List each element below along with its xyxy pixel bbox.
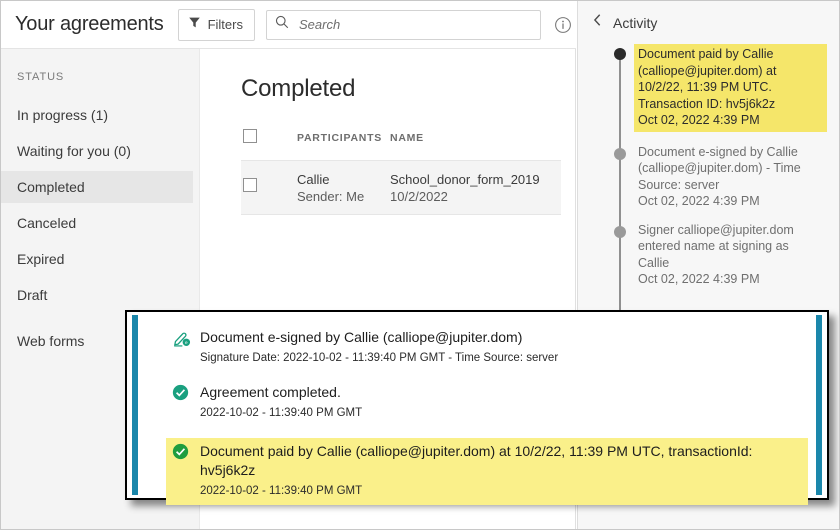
activity-entry[interactable]: Signer calliope@jupiter.dom entered name… bbox=[592, 222, 827, 288]
audit-entry-icon-col: e bbox=[172, 328, 200, 366]
audit-entry: e Document e-signed by Callie (calliope@… bbox=[172, 328, 808, 366]
table-header-row: PARTICIPANTS NAME bbox=[241, 125, 561, 151]
table-row[interactable]: Callie Sender: Me School_donor_form_2019… bbox=[241, 160, 561, 215]
search-box[interactable] bbox=[265, 9, 541, 40]
sidebar-item-in-progress[interactable]: In progress (1) bbox=[1, 99, 199, 131]
timeline-dot-icon bbox=[614, 147, 626, 160]
audit-entry-text-col: Document e-signed by Callie (calliope@ju… bbox=[200, 328, 808, 366]
activity-timeline: Document paid by Callie (calliope@jupite… bbox=[592, 44, 827, 352]
sidebar-item-label: Draft bbox=[17, 287, 48, 303]
page-title: Your agreements bbox=[15, 13, 164, 35]
audit-entry-subtitle: Signature Date: 2022-10-02 - 11:39:40 PM… bbox=[200, 352, 559, 364]
sidebar-item-label: Waiting for you (0) bbox=[17, 143, 131, 159]
audit-entry-text-col: Document paid by Callie (calliope@jupite… bbox=[200, 442, 802, 499]
activity-entry-timestamp: Oct 02, 2022 4:39 PM bbox=[638, 194, 760, 208]
cell-name: School_donor_form_2019 10/2/2022 bbox=[390, 171, 540, 205]
overlay-content: e Document e-signed by Callie (calliope@… bbox=[138, 312, 816, 505]
audit-trail-overlay: e Document e-signed by Callie (calliope@… bbox=[125, 310, 829, 505]
activity-entry-timestamp: Oct 02, 2022 4:39 PM bbox=[638, 113, 760, 127]
agreement-date: 10/2/2022 bbox=[390, 188, 448, 204]
timeline-dot-col bbox=[592, 144, 626, 210]
funnel-icon bbox=[188, 16, 201, 34]
sidebar-item-label: Canceled bbox=[17, 215, 77, 231]
activity-title: Activity bbox=[613, 14, 658, 31]
filters-label: Filters bbox=[207, 17, 243, 32]
audit-entry-title: Document e-signed by Callie (calliope@ju… bbox=[200, 329, 523, 345]
activity-entry[interactable]: Document e-signed by Callie (calliope@ju… bbox=[592, 144, 827, 210]
activity-back-button[interactable]: Activity bbox=[592, 13, 827, 32]
audit-entry-text-col: Agreement completed. 2022-10-02 - 11:39:… bbox=[200, 383, 808, 421]
list-title: Completed bbox=[241, 75, 356, 102]
audit-entry-icon-col bbox=[172, 383, 200, 421]
column-header-name: NAME bbox=[390, 132, 424, 144]
sidebar-heading: STATUS bbox=[17, 71, 65, 83]
info-circle-icon[interactable] bbox=[553, 15, 573, 35]
agreement-name: School_donor_form_2019 bbox=[390, 171, 540, 187]
filters-button[interactable]: Filters bbox=[177, 8, 255, 41]
participant-sender: Sender: Me bbox=[297, 188, 365, 204]
activity-entry-body: Document paid by Callie (calliope@jupite… bbox=[634, 44, 827, 132]
activity-entry-text: Document e-signed by Callie (calliope@ju… bbox=[638, 144, 801, 192]
timeline-dot-icon bbox=[614, 48, 626, 60]
svg-text:e: e bbox=[185, 340, 188, 345]
audit-entry-icon-col bbox=[172, 442, 200, 499]
participant-name: Callie bbox=[297, 171, 330, 187]
activity-entry-timestamp: Oct 02, 2022 4:39 PM bbox=[638, 272, 760, 286]
row-select-cell bbox=[243, 178, 297, 197]
signature-pen-icon: e bbox=[172, 332, 191, 352]
timeline-dot-col bbox=[592, 44, 626, 132]
activity-entry[interactable]: Document paid by Callie (calliope@jupite… bbox=[592, 44, 827, 132]
audit-entry: Agreement completed. 2022-10-02 - 11:39:… bbox=[172, 383, 808, 421]
sidebar-item-label: Web forms bbox=[17, 333, 85, 349]
sidebar-item-label: In progress (1) bbox=[17, 107, 109, 123]
select-all-checkbox[interactable] bbox=[243, 128, 257, 143]
audit-entry-subtitle: 2022-10-02 - 11:39:40 PM GMT bbox=[200, 407, 363, 419]
audit-entry-subtitle: 2022-10-02 - 11:39:40 PM GMT bbox=[200, 485, 363, 497]
activity-entry-text: Document paid by Callie (calliope@jupite… bbox=[638, 47, 777, 111]
overlay-right-accent-bar bbox=[816, 315, 822, 495]
chevron-left-icon bbox=[592, 13, 603, 32]
cell-participants: Callie Sender: Me bbox=[297, 171, 390, 205]
audit-entry: Document paid by Callie (calliope@jupite… bbox=[166, 438, 808, 505]
audit-entry-title: Agreement completed. bbox=[200, 384, 341, 400]
row-checkbox[interactable] bbox=[243, 178, 257, 192]
top-toolbar: Your agreements Filters bbox=[1, 1, 576, 49]
sidebar-item-label: Expired bbox=[17, 251, 65, 267]
sidebar-item-expired[interactable]: Expired bbox=[1, 243, 199, 275]
sidebar-item-completed[interactable]: Completed bbox=[1, 171, 193, 203]
search-icon bbox=[275, 15, 289, 34]
check-circle-icon bbox=[172, 443, 189, 460]
activity-entry-body: Signer calliope@jupiter.dom entered name… bbox=[638, 222, 823, 288]
audit-entry-title: Document paid by Callie (calliope@jupite… bbox=[200, 443, 753, 478]
select-all-cell bbox=[243, 128, 297, 148]
sidebar-item-canceled[interactable]: Canceled bbox=[1, 207, 199, 239]
app-window: Your agreements Filters STATUS In progre… bbox=[0, 0, 840, 530]
activity-entry-body: Document e-signed by Callie (calliope@ju… bbox=[638, 144, 823, 210]
activity-entry-text: Signer calliope@jupiter.dom entered name… bbox=[638, 222, 794, 270]
sidebar-item-draft[interactable]: Draft bbox=[1, 279, 199, 311]
column-header-participants: PARTICIPANTS bbox=[297, 132, 383, 144]
sidebar-item-label: Completed bbox=[17, 179, 85, 195]
search-input[interactable] bbox=[296, 16, 532, 33]
timeline-dot-icon bbox=[614, 225, 626, 238]
sidebar-item-waiting-for-you[interactable]: Waiting for you (0) bbox=[1, 135, 199, 167]
timeline-dot-col bbox=[592, 222, 626, 288]
check-circle-icon bbox=[172, 384, 189, 401]
